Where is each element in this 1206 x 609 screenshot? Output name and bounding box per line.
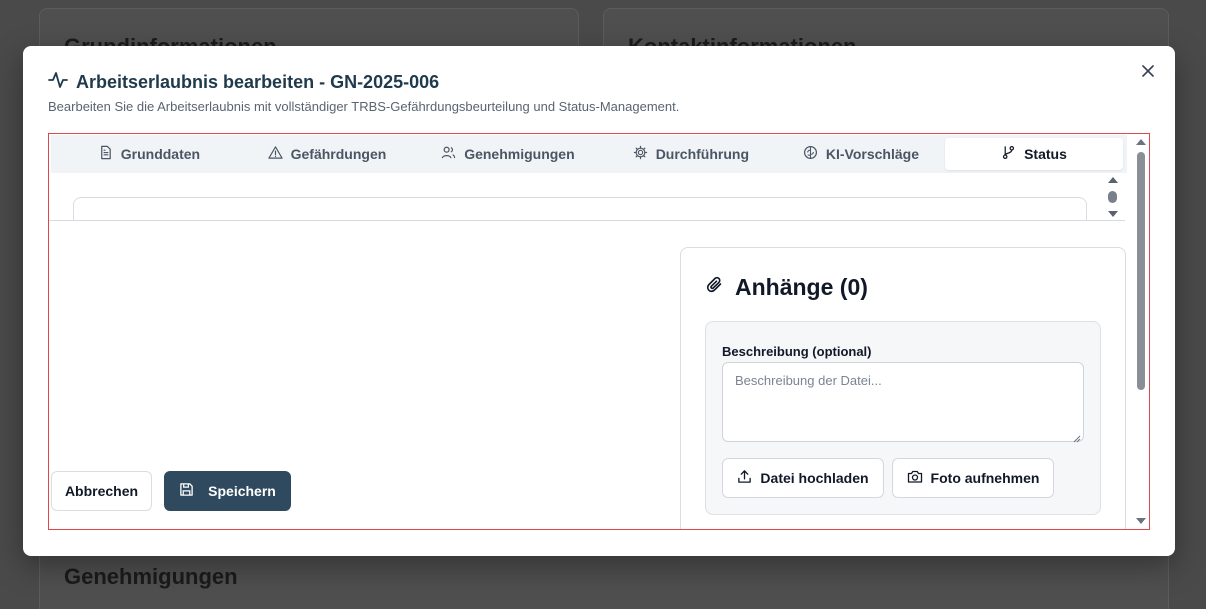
description-placeholder: Beschreibung der Datei... bbox=[735, 373, 882, 388]
close-icon[interactable] bbox=[1139, 62, 1157, 80]
activity-icon bbox=[48, 71, 68, 94]
upload-panel: Beschreibung (optional) Beschreibung der… bbox=[705, 321, 1101, 515]
tab-status[interactable]: Status bbox=[945, 138, 1123, 170]
git-branch-icon bbox=[1001, 145, 1016, 163]
alert-triangle-icon bbox=[267, 145, 283, 163]
tab-label: Durchführung bbox=[655, 146, 750, 162]
dialog-scrollbar[interactable] bbox=[1133, 134, 1149, 529]
upload-icon bbox=[737, 469, 752, 487]
save-button-label: Speichern bbox=[208, 483, 276, 499]
description-label: Beschreibung (optional) bbox=[722, 344, 872, 359]
tab-ki-vorschlaege[interactable]: KI-Vorschläge bbox=[777, 138, 945, 170]
description-textarea[interactable]: Beschreibung der Datei... bbox=[722, 362, 1084, 443]
tab-genehmigungen[interactable]: Genehmigungen bbox=[411, 138, 605, 170]
camera-icon bbox=[907, 469, 923, 487]
gear-icon bbox=[633, 145, 648, 163]
tab-label: Genehmigungen bbox=[464, 146, 575, 162]
edit-permit-dialog: Arbeitserlaubnis bearbeiten - GN-2025-00… bbox=[23, 46, 1175, 556]
take-photo-button[interactable]: Foto aufnehmen bbox=[892, 458, 1054, 498]
paperclip-icon bbox=[705, 274, 725, 301]
upload-file-button[interactable]: Datei hochladen bbox=[722, 458, 884, 498]
save-button[interactable]: Speichern bbox=[164, 471, 291, 511]
tab-list: Grunddaten Gefährdungen Genehmigungen Du… bbox=[51, 135, 1127, 173]
dialog-title-text: Arbeitserlaubnis bearbeiten - GN-2025-00… bbox=[76, 72, 440, 92]
status-card bbox=[73, 197, 1087, 220]
save-icon bbox=[179, 482, 194, 500]
brain-icon bbox=[803, 145, 818, 163]
scroll-up-icon[interactable] bbox=[1108, 177, 1118, 183]
upload-file-label: Datei hochladen bbox=[760, 470, 869, 486]
scroll-up-icon[interactable] bbox=[1136, 139, 1146, 145]
background-card-title: Genehmigungen bbox=[64, 564, 238, 589]
attachments-title: Anhänge (0) bbox=[705, 274, 868, 301]
inner-scrollbar[interactable] bbox=[1107, 177, 1119, 217]
scroll-down-icon[interactable] bbox=[1108, 211, 1118, 217]
tab-grunddaten[interactable]: Grunddaten bbox=[55, 138, 243, 170]
users-icon bbox=[441, 145, 456, 163]
dialog-description: Bearbeiten Sie die Arbeitserlaubnis mit … bbox=[48, 99, 680, 114]
tab-label: Grunddaten bbox=[120, 146, 201, 162]
dialog-content-frame: Grunddaten Gefährdungen Genehmigungen Du… bbox=[48, 133, 1150, 530]
cancel-button[interactable]: Abbrechen bbox=[51, 471, 152, 511]
attachments-title-text: Anhänge (0) bbox=[735, 274, 868, 300]
resize-handle-icon[interactable] bbox=[1073, 431, 1081, 443]
tab-label: Status bbox=[1024, 146, 1067, 162]
attachments-card: Anhänge (0) Beschreibung (optional) Besc… bbox=[680, 247, 1126, 529]
dialog-title: Arbeitserlaubnis bearbeiten - GN-2025-00… bbox=[48, 71, 439, 94]
tab-label: Gefährdungen bbox=[290, 146, 387, 162]
file-text-icon bbox=[98, 145, 113, 163]
scroll-thumb[interactable] bbox=[1137, 152, 1145, 390]
tab-label: KI-Vorschläge bbox=[825, 146, 919, 162]
tab-gefaehrdungen[interactable]: Gefährdungen bbox=[243, 138, 411, 170]
status-content-scroll-area[interactable] bbox=[49, 173, 1125, 221]
scroll-down-icon[interactable] bbox=[1136, 518, 1146, 524]
scroll-thumb[interactable] bbox=[1108, 191, 1117, 203]
take-photo-label: Foto aufnehmen bbox=[930, 470, 1040, 486]
tab-durchfuehrung[interactable]: Durchführung bbox=[605, 138, 777, 170]
